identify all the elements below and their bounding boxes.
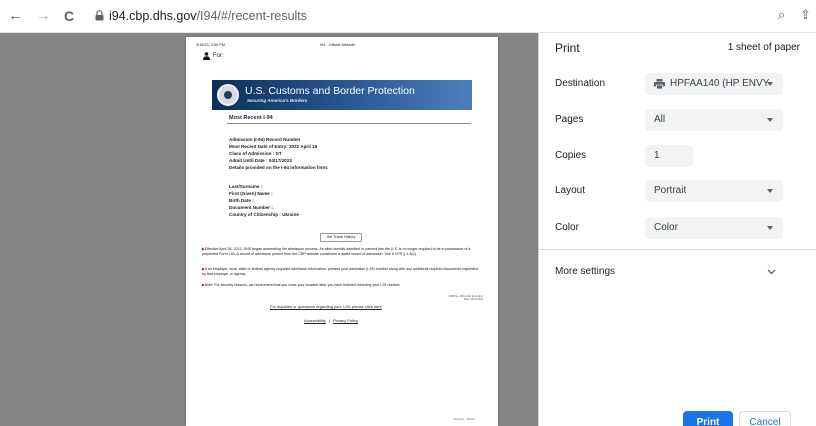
record-line: Class of Admission : DT [229,151,282,156]
cbp-seal-icon [217,84,239,106]
for-label: For: [213,53,224,59]
privacy-policy-link[interactable]: Privacy Policy [333,318,358,323]
copies-label: Copies [555,150,587,161]
person-line: Document Number : [229,205,273,210]
panel-divider [539,249,816,250]
pages-label: Pages [555,114,584,125]
notice-item: ▶If an employer, local, state or federal… [202,267,479,276]
destination-value: HPFAA140 (HP ENVY [670,78,770,89]
banner-subtitle: Securing America's Borders [247,98,308,103]
reload-button[interactable]: C [64,7,74,25]
layout-select[interactable]: Portrait [645,180,783,202]
layout-label: Layout [555,185,586,196]
person-line: Birth Date : [229,198,254,203]
person-line: Last/Surname : [229,184,263,189]
preview-page: 3/15/23, 3:50 PM I94 - Official Website … [186,37,498,426]
url-host: i94.cbp.dhs.gov [109,9,197,23]
layout-value: Portrait [654,185,687,196]
lock-icon[interactable] [95,10,104,21]
link-separator: | [329,318,331,323]
pages-select[interactable]: All [645,109,783,131]
chevron-down-icon [767,226,773,230]
zoom-icon[interactable]: ⌕ [778,7,785,23]
record-line: Admit Until Date : 04/17/2023 [229,158,292,163]
print-settings-panel: Print 1 sheet of paper Destination HPFAA… [539,33,816,426]
more-settings-toggle[interactable]: More settings [555,266,615,277]
address-bar[interactable]: i94.cbp.dhs.gov/I94/#/recent-results [109,8,307,24]
back-button[interactable]: ← [8,7,23,25]
copies-value: 1 [654,150,660,161]
forward-button[interactable]: → [36,7,51,25]
print-title: Print [555,41,580,55]
omb-info: OMB No. 1651-0111 Expiration Date: 08/31… [448,295,483,301]
sheet-count: 1 sheet of paper [727,42,800,53]
record-line: Details provided on the I-94 information… [229,165,329,170]
destination-select[interactable]: HPFAA140 (HP ENVY [645,73,783,95]
inquiries-link[interactable]: For inquiries or questions regarding you… [270,304,382,309]
printer-icon [654,79,665,89]
banner-title: U.S. Customs and Border Protection [245,85,415,97]
color-select[interactable]: Color [645,217,783,239]
chevron-down-icon[interactable] [767,269,776,275]
page-header-title: I94 - Official Website [320,43,355,47]
copies-input[interactable]: 1 [645,145,693,167]
cancel-button[interactable]: Cancel [739,411,791,426]
notice-text: If an employer, local, state or federal … [202,267,479,276]
get-travel-history-button[interactable]: Get Travel History [320,233,362,242]
print-button[interactable]: Print [683,411,733,426]
destination-label: Destination [555,78,606,89]
notice-item: ▶Note: For security reasons, we recommen… [202,283,401,287]
page-header-datetime: 3/15/23, 3:50 PM [196,43,225,47]
notice-text: Effective April 26, 2013, DHS began auto… [202,247,471,256]
pages-value: All [654,114,666,125]
section-title: Most Recent I-94 [229,115,273,121]
accessibility-link[interactable]: Accessibility [304,318,326,323]
person-line: First (Given) Name : [229,191,273,196]
record-line: Admission (I-94) Record Number [229,137,301,142]
share-icon[interactable]: ⇪ [800,7,811,23]
person-icon [203,52,210,60]
section-divider [227,123,471,124]
chevron-down-icon [767,189,773,193]
cbp-banner: U.S. Customs and Border Protection Secur… [212,80,472,110]
color-value: Color [654,222,678,233]
notice-text: Note: For security reasons, we recommend… [204,283,401,287]
color-label: Color [555,222,579,233]
browser-window: ← → C i94.cbp.dhs.gov/I94/#/recent-resul… [0,0,816,426]
chevron-down-icon [767,82,773,86]
chevron-down-icon [767,118,773,122]
url-path: /I94/#/recent-results [196,9,308,23]
browser-toolbar: ← → C i94.cbp.dhs.gov/I94/#/recent-resul… [0,0,816,33]
notice-item: ▶Effective April 26, 2013, DHS began aut… [202,247,471,256]
page-footer: Privacy - Terms [454,417,475,421]
record-line: Most Recent Date of Entry: 2022 April 18 [229,144,318,149]
person-line: Country of Citizenship : Ukraine [229,212,299,217]
